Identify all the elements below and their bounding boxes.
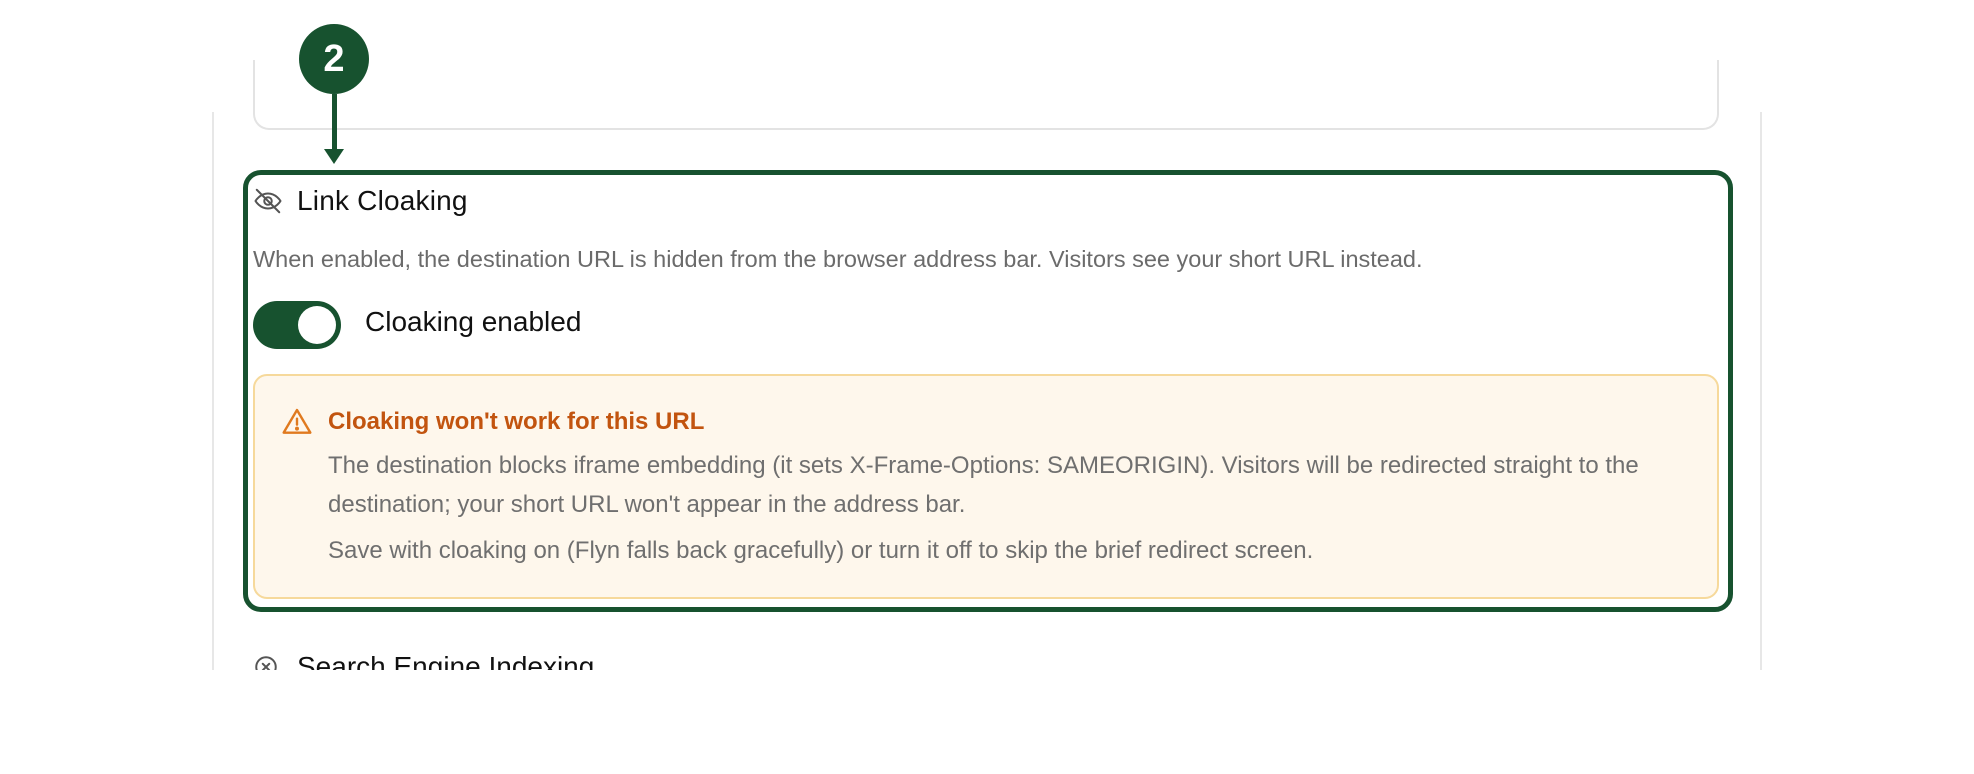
toggle-knob [298, 306, 336, 344]
step-arrow-line [332, 94, 337, 154]
cloaking-toggle-label[interactable]: Cloaking enabled [365, 306, 581, 338]
warning-note: Save with cloaking on (Flyn falls back g… [328, 537, 1314, 564]
warning-body: The destination blocks iframe embedding … [328, 452, 1639, 518]
step-number-badge: 2 [299, 24, 369, 94]
link-cloaking-header: Link Cloaking [253, 182, 468, 220]
panel-right-border [1760, 112, 1762, 670]
blank-area [0, 670, 1974, 774]
section-title: Link Cloaking [297, 185, 468, 216]
search-engine-indexing-header: Search Engine Indexing [253, 648, 1753, 670]
circle-x-icon [253, 654, 279, 670]
panel-left-border [212, 112, 214, 670]
warning-triangle-icon [281, 406, 313, 438]
cloaking-warning-box: Cloaking won't work for this URL The des… [253, 374, 1719, 599]
warning-title: Cloaking won't work for this URL [328, 408, 705, 435]
eye-off-icon [253, 186, 283, 216]
screenshot-stage: 2 Link Cloaking When enabled, the destin… [0, 0, 1974, 774]
section-description: When enabled, the destination URL is hid… [253, 246, 1423, 272]
cloaking-toggle[interactable] [253, 301, 341, 349]
previous-card-bottom [253, 60, 1719, 130]
step-arrow-head [324, 149, 344, 164]
next-section-title: Search Engine Indexing [297, 651, 595, 670]
